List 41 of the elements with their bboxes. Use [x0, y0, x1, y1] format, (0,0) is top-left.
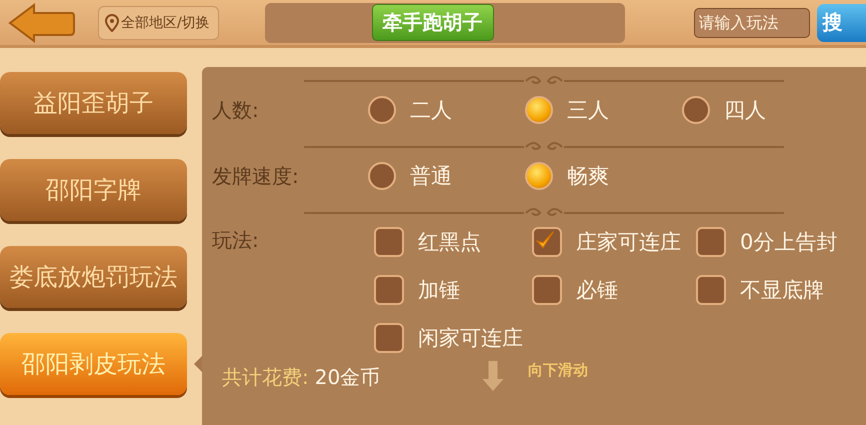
game-mode-tab[interactable]: 娄底放炮罚玩法: [0, 246, 187, 308]
cost-label: 共计花费:: [222, 364, 309, 391]
option-label: 普通: [410, 163, 452, 190]
option-label: 畅爽: [567, 163, 609, 190]
option-label: 必锤: [576, 277, 618, 304]
radio-button[interactable]: [682, 96, 710, 124]
option-label: 三人: [567, 97, 609, 124]
checkbox[interactable]: [532, 275, 562, 305]
down-arrow-icon: [480, 361, 506, 391]
option-label: 0分上告封: [740, 229, 838, 256]
checkbox[interactable]: [532, 227, 562, 257]
checkbox[interactable]: [374, 275, 404, 305]
game-mode-tab[interactable]: 邵阳字牌: [0, 159, 187, 221]
game-title: 牵手跑胡子: [372, 4, 494, 41]
game-mode-tab[interactable]: 邵阳剥皮玩法: [0, 333, 187, 395]
radio-button[interactable]: [368, 96, 396, 124]
back-arrow-icon[interactable]: [8, 2, 76, 42]
radio-button[interactable]: [368, 162, 396, 190]
option-label: 二人: [410, 97, 452, 124]
setting-label: 玩法:: [212, 227, 260, 254]
location-pin-icon: [105, 14, 119, 32]
scroll-hint: 向下滑动: [528, 361, 588, 380]
option-label: 闲家可连庄: [418, 325, 523, 352]
region-switch-button[interactable]: 全部地区/切换: [98, 6, 219, 40]
checkbox[interactable]: [374, 323, 404, 353]
checkbox[interactable]: [696, 275, 726, 305]
setting-label: 人数:: [212, 96, 260, 124]
checkbox[interactable]: [696, 227, 726, 257]
option-label: 红黑点: [418, 229, 481, 256]
game-mode-tab[interactable]: 益阳歪胡子: [0, 72, 187, 134]
search-button[interactable]: 搜: [816, 4, 866, 42]
radio-button[interactable]: [525, 96, 553, 124]
radio-button[interactable]: [525, 162, 553, 190]
search-field[interactable]: 请输入玩法: [694, 8, 810, 38]
setting-label: 发牌速度:: [212, 162, 300, 190]
option-label: 庄家可连庄: [576, 229, 681, 256]
option-label: 不显底牌: [740, 277, 824, 304]
cost-value: 20金币: [314, 364, 380, 391]
option-label: 四人: [724, 97, 766, 124]
checkbox[interactable]: [374, 227, 404, 257]
option-label: 加锤: [418, 277, 460, 304]
